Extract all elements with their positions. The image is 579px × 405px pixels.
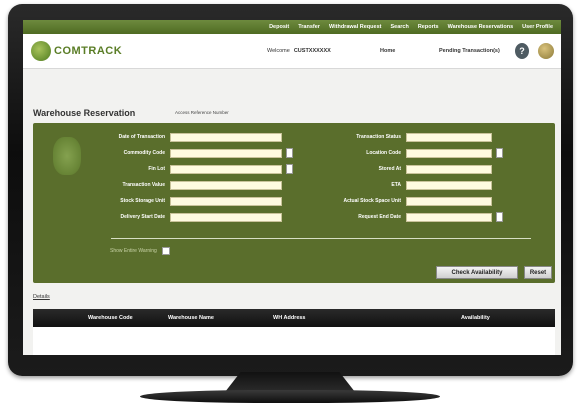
nav-warehouse-reservations[interactable]: Warehouse Reservations (448, 24, 514, 30)
transaction-value-input[interactable] (170, 180, 282, 190)
logo-text: COMTRACK (54, 45, 123, 57)
show-warning-option: Show Entire Warning (110, 247, 170, 255)
field-label: Commodity Code (123, 150, 165, 156)
welcome-user: Welcome CUSTXXXXXX (267, 48, 331, 54)
field-label: Stock Storage Unit (120, 198, 165, 204)
field-label: Stored At (378, 166, 401, 172)
request-end-date-input[interactable] (406, 212, 492, 222)
field-row-transaction-value: Transaction Value (73, 180, 282, 190)
commodity-code-input[interactable] (170, 148, 282, 158)
field-row-transaction-status: Transaction Status (319, 132, 492, 142)
field-label: Date of Transaction (118, 134, 165, 140)
actual-stock-space-unit-input[interactable] (406, 196, 492, 206)
results-table-body (33, 327, 555, 355)
field-row-delivery-start-date: Delivery Start Date (73, 212, 282, 222)
field-label: Delivery Start Date (120, 214, 165, 220)
stored-at-input[interactable] (406, 164, 492, 174)
username: CUSTXXXXXX (293, 48, 331, 54)
monitor-base (140, 390, 440, 403)
field-label: Transaction Value (122, 182, 165, 188)
col-warehouse-name[interactable]: Warehouse Name (168, 315, 214, 321)
welcome-label: Welcome (267, 48, 290, 54)
delivery-start-date-input[interactable] (170, 212, 282, 222)
checkbox-label: Show Entire Warning (110, 248, 157, 254)
access-reference-label: Access Reference Number (175, 110, 229, 115)
field-label: Location Code (366, 150, 401, 156)
location-lookup-button[interactable] (496, 148, 503, 158)
field-label: Actual Stock Space Unit (343, 198, 401, 204)
date-of-transaction-input[interactable] (170, 132, 282, 142)
field-row-fin-lot: Fin Lot (73, 164, 293, 174)
field-label: ETA (391, 182, 401, 188)
nav-withdrawal-request[interactable]: Withdrawal Request (329, 24, 382, 30)
check-availability-button[interactable]: Check Availability (436, 266, 518, 279)
col-wh-address[interactable]: WH Address (273, 315, 306, 321)
field-row-eta: ETA (319, 180, 492, 190)
field-row-commodity-code: Commodity Code (73, 148, 293, 158)
field-row-stock-storage-unit: Stock Storage Unit (73, 196, 282, 206)
show-warning-checkbox[interactable] (161, 247, 170, 255)
logo-globe-icon (31, 41, 51, 61)
nav-reports[interactable]: Reports (418, 24, 439, 30)
nav-deposit[interactable]: Deposit (269, 24, 289, 30)
page-title: Warehouse Reservation (33, 108, 136, 118)
help-icon[interactable]: ? (515, 43, 529, 59)
commodity-lookup-button[interactable] (286, 148, 293, 158)
field-label: Fin Lot (148, 166, 165, 172)
pending-transactions-link[interactable]: Pending Transaction(s) (439, 48, 500, 54)
location-code-input[interactable] (406, 148, 492, 158)
nav-transfer[interactable]: Transfer (298, 24, 320, 30)
reservation-form-panel: Date of Transaction Commodity Code Fin L… (33, 123, 555, 283)
field-row-date-of-transaction: Date of Transaction (73, 132, 282, 142)
fin-lot-lookup-button[interactable] (286, 164, 293, 174)
monitor-stand (225, 372, 355, 392)
fin-lot-input[interactable] (170, 164, 282, 174)
form-divider (111, 238, 531, 239)
results-table-header: Warehouse Code Warehouse Name WH Address… (33, 309, 555, 327)
logo[interactable]: COMTRACK (31, 41, 122, 61)
nav-user-profile[interactable]: User Profile (522, 24, 553, 30)
header: COMTRACK Welcome CUSTXXXXXX Home Pending … (23, 34, 561, 69)
field-label: Transaction Status (356, 134, 401, 140)
eta-input[interactable] (406, 180, 492, 190)
col-warehouse-code[interactable]: Warehouse Code (88, 315, 133, 321)
col-availability[interactable]: Availability (461, 315, 490, 321)
transaction-status-input[interactable] (406, 132, 492, 142)
top-nav: Deposit Transfer Withdrawal Request Sear… (23, 20, 561, 34)
field-label: Request End Date (358, 214, 401, 220)
end-date-picker-button[interactable] (496, 212, 503, 222)
screen: Deposit Transfer Withdrawal Request Sear… (23, 20, 561, 355)
field-row-request-end-date: Request End Date (319, 212, 503, 222)
stock-storage-unit-input[interactable] (170, 196, 282, 206)
details-link[interactable]: Details (33, 294, 50, 300)
reset-button[interactable]: Reset (524, 266, 552, 279)
nav-search[interactable]: Search (390, 24, 408, 30)
field-row-stored-at: Stored At (319, 164, 492, 174)
field-row-location-code: Location Code (319, 148, 503, 158)
user-avatar-icon[interactable] (538, 43, 554, 59)
home-link[interactable]: Home (380, 48, 395, 54)
field-row-actual-stock-space-unit: Actual Stock Space Unit (319, 196, 492, 206)
